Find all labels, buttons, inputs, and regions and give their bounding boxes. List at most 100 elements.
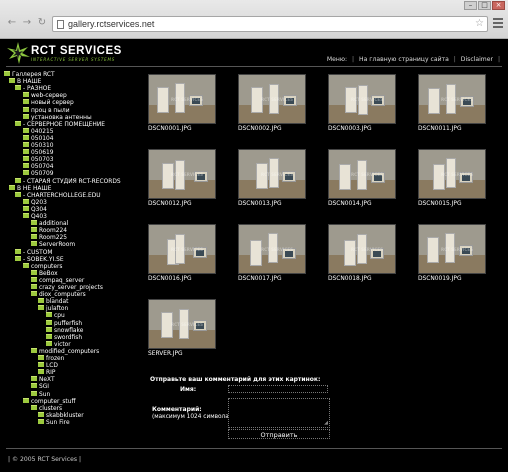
watermark: RCT SERVICES — [261, 97, 293, 102]
menu-separator: | — [497, 56, 500, 63]
watermark: RCT SERVICES — [441, 172, 473, 177]
watermark: RCT SERVICES — [351, 172, 383, 177]
site-logo[interactable]: RCT SERVICES INTERACTIVE SERVER SYSTEMS — [6, 42, 146, 66]
watermark: RCT SERVICES — [171, 322, 203, 327]
photo-thumbnail[interactable]: RCT SERVICES DSCN0001.JPG — [148, 74, 216, 132]
photo-caption[interactable]: DSCN0018.JPG — [328, 276, 396, 282]
tree-node-label: frozen — [46, 356, 65, 362]
photo-image[interactable]: RCT SERVICES — [238, 224, 306, 274]
photo-caption[interactable]: DSCN0012.JPG — [148, 201, 216, 207]
photo-image[interactable]: RCT SERVICES — [238, 149, 306, 199]
forward-arrow-icon[interactable]: → — [21, 17, 33, 29]
tree-node-label: pufferfish — [54, 320, 83, 327]
name-input[interactable] — [228, 385, 328, 393]
tree-node-label: Галлерея RCT — [12, 72, 55, 78]
folder-icon — [31, 347, 37, 353]
photo-thumbnail[interactable]: RCT SERVICES DSCN0011.JPG — [418, 74, 486, 132]
tree-node-label: BeBox — [39, 270, 58, 277]
menu-label: Меню: — [326, 56, 348, 63]
photo-caption[interactable]: DSCN0019.JPG — [418, 276, 486, 282]
tree-node-label: новый сервер — [31, 100, 74, 107]
photo-caption[interactable]: DSCN0001.JPG — [148, 126, 216, 132]
close-window-button[interactable]: × — [492, 1, 505, 10]
photo-image[interactable]: RCT SERVICES — [418, 224, 486, 274]
submit-button[interactable]: Отправить — [228, 429, 330, 439]
tree-node-label: 050704 — [31, 164, 54, 171]
folder-icon — [38, 298, 44, 304]
photo-caption[interactable]: DSCN0015.JPG — [418, 201, 486, 207]
home-link[interactable]: На главную страницу сайта — [359, 56, 449, 63]
photo-caption[interactable]: DSCN0011.JPG — [418, 126, 486, 132]
browser-menu-icon[interactable] — [493, 16, 503, 30]
folder-icon — [31, 227, 37, 233]
folder-icon — [23, 170, 29, 176]
menu-separator: | — [352, 56, 355, 63]
photo-caption[interactable]: DSCN0003.JPG — [328, 126, 396, 132]
maximize-button[interactable]: □ — [478, 1, 491, 10]
logo-subtitle: INTERACTIVE SERVER SYSTEMS — [31, 57, 116, 62]
tree-node-label: julafton — [46, 306, 69, 313]
photo-thumbnail[interactable]: RCT SERVICES DSCN0018.JPG — [328, 224, 396, 282]
photo-thumbnail[interactable]: RCT SERVICES DSCN0016.JPG — [148, 224, 216, 282]
folder-icon — [31, 376, 37, 382]
folder-icon — [15, 85, 21, 91]
tree-node-label: cpu — [54, 313, 65, 320]
tree-node[interactable]: Sun Fire — [38, 418, 70, 427]
window-controls: – □ × — [464, 1, 505, 10]
tree-node-label: - CHARTERCHOLLEGE.EDU — [23, 192, 101, 199]
folder-icon — [38, 411, 44, 417]
minimize-button[interactable]: – — [464, 1, 477, 10]
photo-caption[interactable]: DSCN0002.JPG — [238, 126, 306, 132]
menu-separator: | — [453, 56, 456, 63]
folder-icon — [15, 255, 21, 261]
tree-node-label: modified_computers — [39, 348, 100, 355]
photo-thumbnail[interactable]: RCT SERVICES DSCN0013.JPG — [238, 149, 306, 207]
comment-hint: (максимум 1024 символа) — [152, 414, 232, 420]
photo-thumbnail[interactable]: RCT SERVICES DSCN0015.JPG — [418, 149, 486, 207]
photo-thumbnail[interactable]: RCT SERVICES DSCN0012.JPG — [148, 149, 216, 207]
watermark: RCT SERVICES — [351, 247, 383, 252]
folder-icon — [23, 92, 29, 98]
photo-thumbnail[interactable]: RCT SERVICES DSCN0002.JPG — [238, 74, 306, 132]
resize-handle-icon[interactable]: ◢ — [324, 420, 328, 426]
url-text[interactable]: gallery.rctservices.net — [68, 19, 154, 29]
folder-icon — [31, 241, 37, 247]
folder-icon — [23, 149, 29, 155]
photo-image[interactable]: RCT SERVICES — [328, 224, 396, 274]
folder-icon — [15, 177, 21, 183]
tree-node-label: Room224 — [39, 228, 68, 235]
bookmark-star-icon[interactable]: ☆ — [475, 18, 484, 29]
photo-image[interactable]: RCT SERVICES — [418, 74, 486, 124]
photo-image[interactable]: RCT SERVICES — [148, 149, 216, 199]
disclaimer-link[interactable]: Disclaimer — [461, 56, 493, 63]
folder-icon — [23, 198, 29, 204]
header-divider — [6, 66, 502, 67]
photo-caption[interactable]: DSCN0013.JPG — [238, 201, 306, 207]
folder-icon — [23, 142, 29, 147]
photo-caption[interactable]: SERVER.JPG — [148, 351, 216, 357]
photo-caption[interactable]: DSCN0014.JPG — [328, 201, 396, 207]
photo-image[interactable]: RCT SERVICES — [418, 149, 486, 199]
tree-node-label: snowflake — [54, 327, 84, 334]
photo-image[interactable]: RCT SERVICES — [328, 149, 396, 199]
photo-image[interactable]: RCT SERVICES — [148, 74, 216, 124]
photo-image[interactable]: RCT SERVICES — [238, 74, 306, 124]
back-arrow-icon[interactable]: ← — [6, 17, 18, 29]
photo-image[interactable]: RCT SERVICES — [328, 74, 396, 124]
tree-node-label: 050709 — [31, 171, 54, 178]
address-bar[interactable]: gallery.rctservices.net ☆ — [52, 16, 488, 32]
photo-image[interactable]: RCT SERVICES — [148, 224, 216, 274]
photo-thumbnail[interactable]: RCT SERVICES DSCN0017.JPG — [238, 224, 306, 282]
reload-icon[interactable]: ↻ — [36, 17, 48, 29]
comment-textarea[interactable]: ◢ — [228, 398, 330, 428]
photo-caption[interactable]: DSCN0017.JPG — [238, 276, 306, 282]
tree-node-label: victor — [54, 341, 71, 348]
photo-thumbnail[interactable]: RCT SERVICES DSCN0003.JPG — [328, 74, 396, 132]
folder-icon — [15, 120, 21, 126]
photo-thumbnail[interactable]: RCT SERVICES DSCN0014.JPG — [328, 149, 396, 207]
photo-image[interactable]: RCT SERVICES — [148, 299, 216, 349]
tree-node-label: clusters — [39, 405, 63, 412]
photo-thumbnail[interactable]: RCT SERVICES SERVER.JPG — [148, 299, 216, 357]
photo-caption[interactable]: DSCN0016.JPG — [148, 276, 216, 282]
photo-thumbnail[interactable]: RCT SERVICES DSCN0019.JPG — [418, 224, 486, 282]
